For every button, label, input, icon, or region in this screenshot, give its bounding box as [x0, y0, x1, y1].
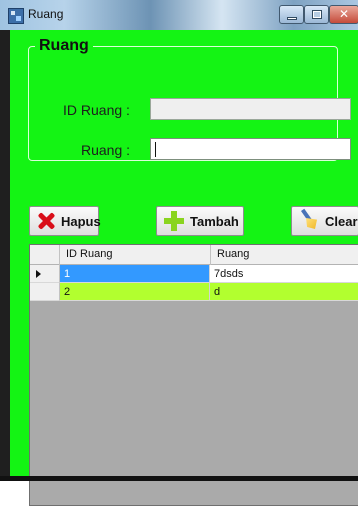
- row-header-column: [30, 245, 60, 265]
- tambah-button[interactable]: Tambah: [156, 206, 244, 236]
- ruang-input[interactable]: [150, 138, 351, 160]
- clear-label: Clear: [325, 213, 358, 229]
- text-caret: [155, 142, 156, 157]
- broom-head: [306, 218, 317, 229]
- window-bottom-edge: [0, 476, 358, 481]
- table-row[interactable]: 2 d: [30, 283, 358, 301]
- ruang-data-grid[interactable]: ID Ruang Ruang 1 7dsds 2 d: [29, 244, 358, 506]
- cell-id-ruang[interactable]: 2: [60, 283, 210, 301]
- table-row[interactable]: 1 7dsds: [30, 265, 358, 283]
- cell-ruang[interactable]: 7dsds: [210, 265, 358, 283]
- tambah-label: Tambah: [190, 213, 239, 229]
- broom-icon: [298, 208, 320, 232]
- cell-id-ruang[interactable]: 1: [60, 265, 210, 283]
- delete-icon: [36, 211, 56, 231]
- app-window: Ruang ✕ Ruang ID Ruang : Ruang : Hapus T…: [0, 0, 358, 506]
- window-title: Ruang: [28, 7, 64, 21]
- id-ruang-label: ID Ruang :: [63, 102, 130, 118]
- hapus-label: Hapus: [61, 213, 101, 229]
- current-row-icon: [36, 270, 41, 278]
- ruang-label: Ruang :: [81, 142, 131, 158]
- title-bar: Ruang ✕: [0, 0, 358, 30]
- close-button[interactable]: ✕: [329, 5, 358, 24]
- id-ruang-input[interactable]: [150, 98, 351, 120]
- ruang-groupbox: Ruang ID Ruang : Ruang :: [28, 37, 351, 161]
- row-header[interactable]: [30, 283, 60, 301]
- app-icon: [8, 8, 24, 24]
- header-ruang[interactable]: Ruang: [217, 248, 249, 260]
- add-icon: [163, 210, 185, 232]
- header-id-ruang[interactable]: ID Ruang: [66, 248, 112, 260]
- minimize-button[interactable]: [279, 5, 304, 24]
- hapus-button[interactable]: Hapus: [29, 206, 101, 236]
- client-area: Ruang ID Ruang : Ruang : Hapus Tambah Cl…: [10, 30, 358, 506]
- cell-ruang[interactable]: d: [210, 283, 358, 301]
- grid-header: ID Ruang Ruang: [30, 245, 358, 265]
- maximize-button[interactable]: [304, 5, 329, 24]
- clear-button[interactable]: Clear: [291, 206, 358, 236]
- groupbox-title: Ruang: [35, 37, 93, 55]
- header-separator: [210, 245, 211, 265]
- row-header[interactable]: [30, 265, 60, 283]
